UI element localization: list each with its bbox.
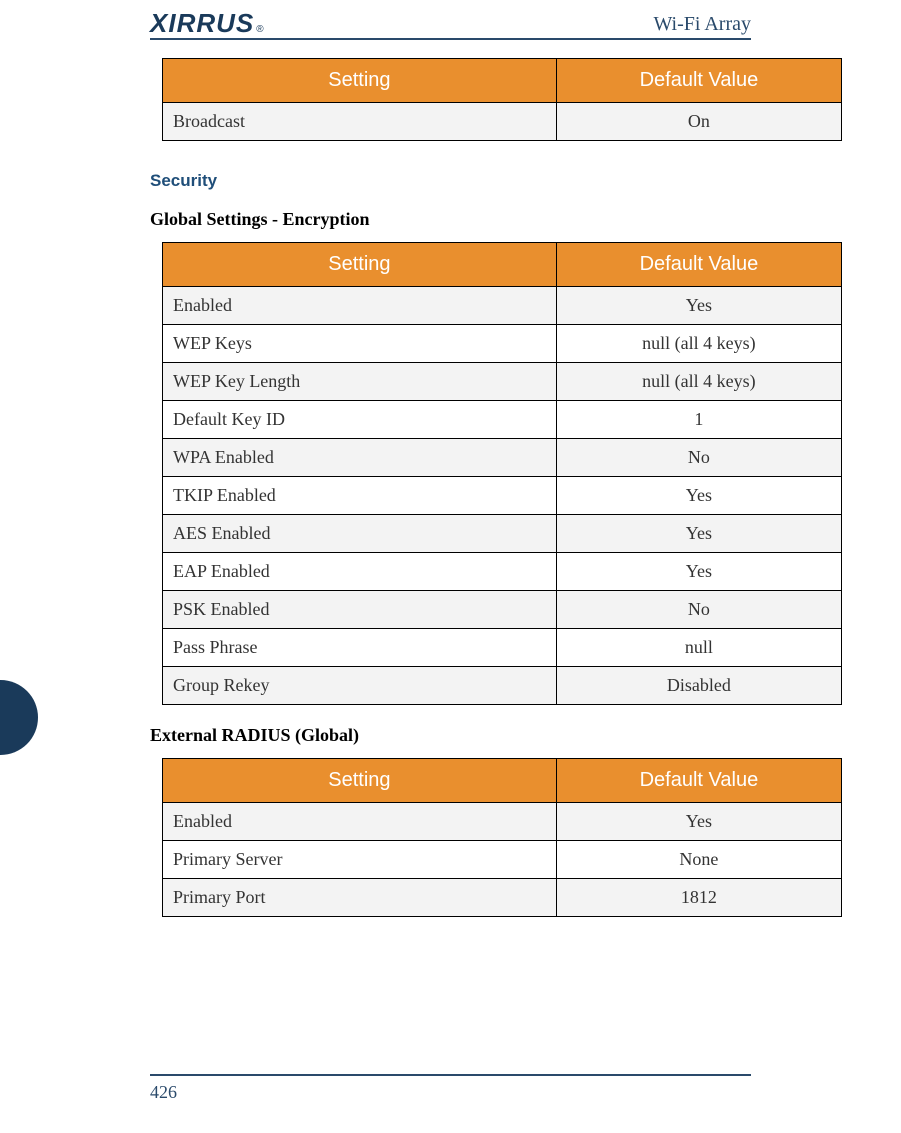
table-row: EAP EnabledYes [163,553,842,591]
value-cell: 1 [556,401,841,439]
table-row: BroadcastOn [163,103,842,141]
setting-cell: Enabled [163,803,557,841]
table-row: Group RekeyDisabled [163,667,842,705]
value-cell: No [556,591,841,629]
setting-cell: AES Enabled [163,515,557,553]
security-heading: Security [150,171,751,191]
logo: XIRRUS® [150,10,265,36]
table-row: AES EnabledYes [163,515,842,553]
table-row: EnabledYes [163,287,842,325]
value-cell: Yes [556,803,841,841]
col-setting: Setting [163,59,557,103]
setting-cell: WEP Key Length [163,363,557,401]
encryption-heading: Global Settings - Encryption [150,209,751,230]
value-cell: None [556,841,841,879]
value-cell: null [556,629,841,667]
value-cell: No [556,439,841,477]
setting-cell: Group Rekey [163,667,557,705]
value-cell: Yes [556,287,841,325]
table-row: WEP Keysnull (all 4 keys) [163,325,842,363]
header-bar: XIRRUS® Wi-Fi Array [150,10,751,40]
setting-cell: Pass Phrase [163,629,557,667]
radius-table: Setting Default Value EnabledYesPrimary … [162,758,842,917]
value-cell: Disabled [556,667,841,705]
table-row: TKIP EnabledYes [163,477,842,515]
setting-cell: PSK Enabled [163,591,557,629]
setting-cell: EAP Enabled [163,553,557,591]
setting-cell: Primary Port [163,879,557,917]
page-number: 426 [150,1082,751,1103]
setting-cell: WEP Keys [163,325,557,363]
table-row: EnabledYes [163,803,842,841]
setting-cell: TKIP Enabled [163,477,557,515]
col-default-value: Default Value [556,759,841,803]
page-title: Wi-Fi Array [653,13,751,36]
footer: 426 [150,1074,751,1103]
broadcast-table: Setting Default Value BroadcastOn [162,58,842,141]
content: Setting Default Value BroadcastOn Securi… [150,58,751,917]
col-default-value: Default Value [556,243,841,287]
table-row: WPA EnabledNo [163,439,842,477]
setting-cell: WPA Enabled [163,439,557,477]
table-row: Default Key ID1 [163,401,842,439]
col-default-value: Default Value [556,59,841,103]
encryption-table: Setting Default Value EnabledYesWEP Keys… [162,242,842,705]
value-cell: On [556,103,841,141]
table-row: PSK EnabledNo [163,591,842,629]
table-row: Primary ServerNone [163,841,842,879]
setting-cell: Default Key ID [163,401,557,439]
value-cell: Yes [556,553,841,591]
col-setting: Setting [163,243,557,287]
setting-cell: Primary Server [163,841,557,879]
footer-divider [150,1074,751,1076]
value-cell: 1812 [556,879,841,917]
table-row: Primary Port1812 [163,879,842,917]
col-setting: Setting [163,759,557,803]
logo-text: XIRRUS [150,10,254,36]
radius-heading: External RADIUS (Global) [150,725,751,746]
value-cell: null (all 4 keys) [556,325,841,363]
value-cell: Yes [556,515,841,553]
setting-cell: Broadcast [163,103,557,141]
setting-cell: Enabled [163,287,557,325]
value-cell: null (all 4 keys) [556,363,841,401]
table-row: WEP Key Lengthnull (all 4 keys) [163,363,842,401]
value-cell: Yes [556,477,841,515]
table-row: Pass Phrasenull [163,629,842,667]
